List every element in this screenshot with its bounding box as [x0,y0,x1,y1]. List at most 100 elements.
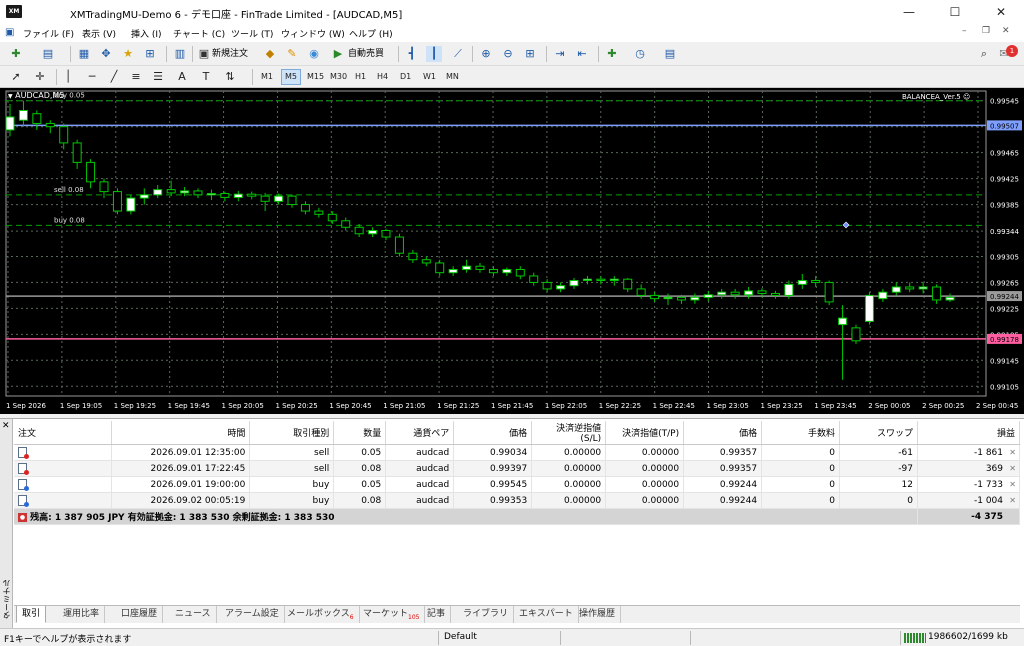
trendline-icon[interactable]: ╱ [106,69,122,85]
market-watch-icon[interactable]: ▦ [76,46,92,62]
bar-chart-icon[interactable]: ┫ [404,46,420,62]
timeframe-m1[interactable]: M1 [258,69,276,85]
table-row[interactable]: 2026.09.01 12:35:00 sell 0.05 audcad 0.99034… [14,444,1021,461]
strategy-tester-icon[interactable]: ⊞ [142,46,158,62]
menu-insert[interactable]: 挿入 (I) [131,27,162,40]
close-order-icon[interactable]: ✕ [1009,480,1016,489]
signals-icon[interactable]: ✎ [284,46,300,62]
new-chart-icon[interactable]: ✚ [8,46,24,62]
menu-tools[interactable]: ツール (T) [231,27,273,40]
terminal-tab-8[interactable]: ライブラリ [458,606,515,623]
mdi-minimize-icon[interactable]: – [962,26,967,36]
timeframe-m15[interactable]: M15 [304,69,327,85]
periods-icon[interactable]: ◷ [632,46,648,62]
maximize-button[interactable]: ☐ [932,0,978,24]
status-profile[interactable]: Default [444,632,477,642]
chart-collapse-icon[interactable]: ▼ [8,93,13,100]
table-row[interactable]: 2026.09.01 17:22:45 sell 0.08 audcad 0.99397… [14,460,1021,477]
data-window-icon[interactable]: ▥ [172,46,188,62]
candle-body [891,286,901,293]
horizontal-line-icon[interactable]: ─ [84,69,100,85]
chart-doc-icon[interactable]: ▣ [5,27,14,38]
menu-window[interactable]: ウィンドウ (W) [281,27,345,40]
mdi-close-icon[interactable]: ✕ [1002,26,1010,36]
zoom-out-icon[interactable]: ⊖ [500,46,516,62]
timeframe-mn[interactable]: MN [443,69,462,85]
auto-trading-icon[interactable]: ▶ [330,46,346,62]
timeframe-m30[interactable]: M30 [327,69,350,85]
close-order-icon[interactable]: ✕ [1009,448,1016,457]
terminal-tab-4[interactable]: アラーム設定 [220,606,285,623]
market-icon[interactable]: ◉ [306,46,322,62]
timeframe-h1[interactable]: H1 [352,69,369,85]
crosshair-icon[interactable]: ✛ [32,69,48,85]
terminal-tab-6[interactable]: マーケット105 [358,606,426,623]
arrows-icon[interactable]: ⇅ [222,69,238,85]
candlestick-icon[interactable]: ┃ [426,46,442,62]
search-icon[interactable]: ⌕ [976,46,992,62]
col-swap[interactable]: スワップ [839,421,918,445]
table-row[interactable]: 2026.09.01 19:00:00 buy 0.05 audcad 0.99545 0… [14,476,1021,493]
text-icon[interactable]: A [174,69,190,85]
menu-view[interactable]: 表示 (V) [82,27,116,40]
menu-help[interactable]: ヘルプ (H) [349,27,393,40]
connection-bars-icon[interactable] [904,633,926,643]
chart-canvas[interactable]: 0.99545 0.99507 0.99465 0.99425 0.99385 0.993… [0,88,1024,414]
vertical-line-icon[interactable]: │ [60,69,76,85]
candle-body [247,193,257,197]
close-order-icon[interactable]: ✕ [1009,464,1016,473]
col-current-price[interactable]: 価格 [683,421,763,445]
col-symbol[interactable]: 通貨ペア [385,421,455,445]
col-time[interactable]: 時間 [111,421,251,445]
tile-windows-icon[interactable]: ⊞ [522,46,538,62]
terminal-tab-0[interactable]: 取引 [16,606,47,623]
metaeditor-icon[interactable]: ◆ [262,46,278,62]
price-chart[interactable]: 0.99545 0.99507 0.99465 0.99425 0.99385 0.993… [0,88,1024,414]
label-icon[interactable]: T [198,69,214,85]
cell-sl: 0.00000 [531,444,607,461]
col-type[interactable]: 取引種別 [249,421,335,445]
col-price[interactable]: 価格 [453,421,533,445]
chart-shift-icon[interactable]: ⇤ [574,46,590,62]
terminal-tab-7[interactable]: 記事 [422,606,452,623]
col-tp[interactable]: 決済指値(T/P) [605,421,685,445]
col-sl[interactable]: 決済逆指値(S/L) [531,421,607,445]
col-volume[interactable]: 数量 [333,421,387,445]
terminal-close-icon[interactable]: ✕ [2,421,10,431]
favorites-icon[interactable]: ★ [120,46,136,62]
auto-trading-button[interactable]: 自動売買 [348,46,384,62]
new-order-button[interactable]: 新規注文 [212,46,248,62]
profiles-icon[interactable]: ▤ [40,46,56,62]
close-button[interactable]: ✕ [978,0,1024,24]
fibonacci-icon[interactable]: ☰ [150,69,166,85]
navigator-icon[interactable]: ✥ [98,46,114,62]
new-order-icon[interactable]: ▣ [196,46,212,62]
notification-badge[interactable]: 1 [1006,45,1018,57]
col-profit[interactable]: 損益 [917,421,1021,445]
terminal-tab-10[interactable]: 操作履歴 [574,606,622,623]
minimize-button[interactable]: — [886,0,932,24]
timeframe-h4[interactable]: H4 [374,69,391,85]
menu-chart[interactable]: チャート (C) [173,27,225,40]
table-row[interactable]: 2026.09.02 00:05:19 buy 0.08 audcad 0.99353 0… [14,492,1021,509]
channel-icon[interactable]: ≡ [128,69,144,85]
col-commission[interactable]: 手数料 [761,421,841,445]
indicators-icon[interactable]: ✚ [604,46,620,62]
mdi-restore-icon[interactable]: ❐ [982,26,990,36]
col-ticket[interactable]: 注文 [14,421,113,445]
timeframe-m5[interactable]: M5 [281,69,301,85]
menu-file[interactable]: ファイル (F) [23,27,74,40]
timeframe-d1[interactable]: D1 [397,69,414,85]
line-chart-icon[interactable]: ⟋ [450,46,466,62]
zoom-in-icon[interactable]: ⊕ [478,46,494,62]
cursor-icon[interactable]: ➚ [8,69,24,85]
templates-icon[interactable]: ▤ [662,46,678,62]
timeframe-w1[interactable]: W1 [420,69,439,85]
auto-scroll-icon[interactable]: ⇥ [552,46,568,62]
terminal-tab-9[interactable]: エキスパート [514,606,579,623]
terminal-tab-3[interactable]: ニュース [170,606,217,623]
terminal-tab-2[interactable]: 口座履歴 [116,606,164,623]
terminal-tab-5[interactable]: メールボックス6 [282,606,360,623]
terminal-tab-1[interactable]: 運用比率 [58,606,106,623]
close-order-icon[interactable]: ✕ [1009,496,1016,505]
